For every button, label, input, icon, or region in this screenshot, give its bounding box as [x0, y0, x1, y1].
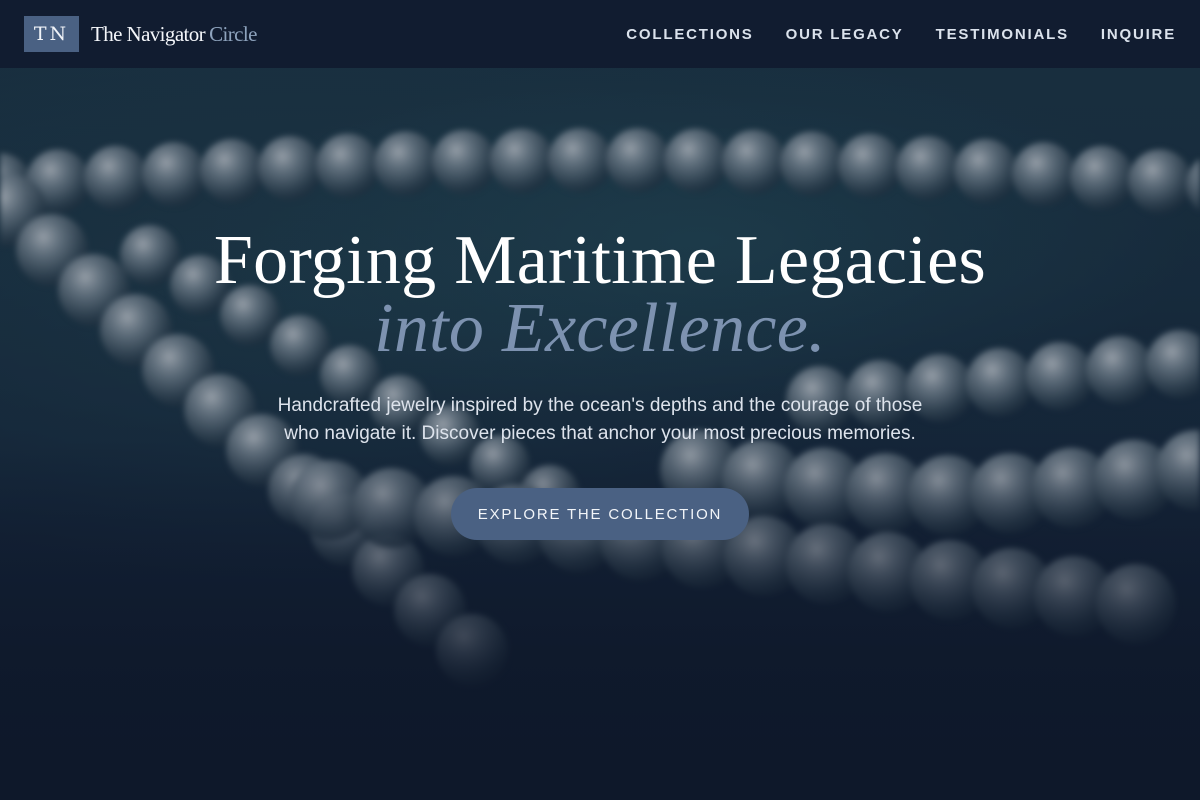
nav-testimonials[interactable]: TESTIMONIALS — [936, 26, 1069, 43]
logo-mark: TN — [24, 16, 79, 52]
main-nav: COLLECTIONS OUR LEGACY TESTIMONIALS INQU… — [626, 26, 1176, 43]
brand-name-accent: Circle — [209, 21, 257, 46]
brand-name: The Navigator Circle — [91, 22, 257, 47]
hero-section: Forging Maritime Legacies into Excellenc… — [0, 222, 1200, 540]
brand-logo[interactable]: TN The Navigator Circle — [24, 16, 257, 52]
hero-subtitle: Handcrafted jewelry inspired by the ocea… — [277, 395, 923, 444]
nav-collections[interactable]: COLLECTIONS — [626, 26, 753, 43]
brand-name-primary: The Navigator — [91, 21, 206, 46]
hero-title: Forging Maritime Legacies into Excellenc… — [0, 222, 1200, 364]
explore-collection-button[interactable]: EXPLORE THE COLLECTION — [451, 488, 749, 540]
site-header: TN The Navigator Circle COLLECTIONS OUR L… — [0, 0, 1200, 68]
hero-title-accent: into Excellence. — [374, 290, 826, 367]
nav-our-legacy[interactable]: OUR LEGACY — [786, 26, 904, 43]
hero-title-main: Forging Maritime Legacies — [213, 222, 987, 299]
nav-inquire[interactable]: INQUIRE — [1101, 26, 1176, 43]
